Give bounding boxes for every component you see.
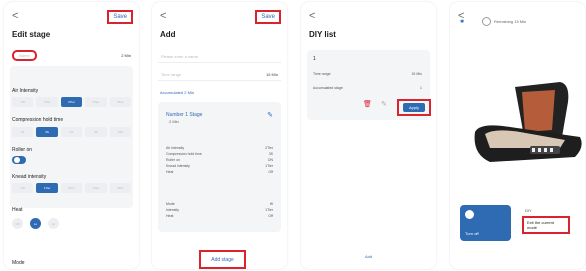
name-row: Name 2 Min: [12, 49, 131, 61]
roller-label: Roller on: [12, 147, 33, 153]
add-link[interactable]: Add: [301, 254, 436, 259]
air-level-1[interactable]: 1Tier: [36, 97, 58, 107]
name-field[interactable]: Name: [12, 49, 37, 61]
stage-row2-2: Heat Off: [166, 214, 273, 218]
exit-mode-button[interactable]: Exit the current mode: [522, 216, 570, 234]
stage-row-4: Heat Off: [166, 170, 273, 174]
duration-value[interactable]: 2 Min: [121, 53, 131, 58]
compression-selector[interactable]: 0s 3S 5S 8S 10S: [12, 127, 132, 137]
name-input[interactable]: Please enter a name: [158, 50, 281, 63]
compression-level-4[interactable]: 10S: [109, 127, 132, 137]
massager-image: [474, 82, 582, 162]
time-range-label: Time range: [161, 71, 182, 77]
air-intensity-label: Air Intensity: [12, 88, 39, 94]
stage-row2-1: Intensity 1Tier: [166, 208, 273, 212]
page-title: Add: [160, 30, 176, 39]
stage-title: Number 1 Stage: [166, 112, 203, 118]
remaining-label: Remaining 15 Min: [494, 19, 527, 24]
stage-row-1: Compression hold time 3S: [166, 152, 273, 156]
mode-label: Mode: [12, 260, 25, 266]
name-placeholder: Please enter a name: [161, 53, 198, 59]
knead-label: Knead intensity: [12, 174, 47, 180]
compression-label: Compression hold time: [12, 117, 64, 123]
knead-level-1[interactable]: 1Tier: [36, 183, 58, 193]
knead-level-4[interactable]: 4Tier: [109, 183, 132, 193]
diy-list-screen: < DIY list 1 Time range 15 Min Accumulate…: [301, 2, 436, 269]
page-title: DIY list: [309, 30, 336, 39]
heat-level-1[interactable]: Lo: [30, 218, 41, 229]
knead-selector[interactable]: Off 1Tier 2Tier 3Tier 4Tier: [12, 183, 132, 193]
compression-level-0[interactable]: 0s: [12, 127, 34, 137]
stage-row-3: Knead intensity 1Tier: [166, 164, 273, 168]
roller-toggle[interactable]: [12, 156, 26, 164]
add-screen: < Save Add Please enter a name Time rang…: [152, 2, 287, 269]
air-level-3[interactable]: 3Tier: [85, 97, 107, 107]
timer-icon: [482, 17, 491, 26]
heat-level-0[interactable]: Off: [12, 218, 23, 229]
compression-level-3[interactable]: 8S: [85, 127, 107, 137]
knead-level-2[interactable]: 2Tier: [60, 183, 83, 193]
edit-stage-screen: < Save Edit stage Name 2 Min Air Intensi…: [4, 2, 139, 269]
compression-level-1[interactable]: 3S: [36, 127, 58, 137]
accumulated-label: Accumulated 2 Min: [160, 90, 195, 95]
save-button[interactable]: Save: [107, 10, 133, 24]
diy-range-row: Time range 15 Min: [313, 72, 422, 76]
turn-off-label: Turn off: [465, 231, 479, 236]
air-intensity-selector[interactable]: Off 1Tier 2Tier 3Tier 4Tier: [12, 97, 132, 107]
device-screen: < ✱ Remaining 15 Min Turn off DIY Exit t…: [450, 2, 585, 269]
heat-level-2[interactable]: Hi: [48, 218, 59, 229]
air-level-0[interactable]: Off: [12, 97, 34, 107]
delete-icon[interactable]: 🗑: [363, 100, 372, 108]
diy-label: DIY: [525, 208, 532, 213]
stage-row-2: Roller on ON: [166, 158, 273, 162]
heat-label: Heat: [12, 207, 23, 213]
compression-level-2[interactable]: 5S: [60, 127, 83, 137]
stage-time: 2 Min: [169, 119, 179, 124]
remaining-time: Remaining 15 Min: [482, 17, 526, 26]
add-stage-button[interactable]: Add stage: [199, 250, 246, 269]
back-icon[interactable]: <: [160, 10, 166, 22]
time-range-row[interactable]: Time range 15 Min: [158, 68, 281, 81]
back-icon[interactable]: <: [309, 10, 315, 22]
time-range-value: 15 Min: [265, 71, 278, 77]
power-icon: [465, 210, 474, 219]
air-level-4[interactable]: 4Tier: [109, 97, 132, 107]
back-icon[interactable]: <: [12, 10, 18, 22]
edit-icon[interactable]: ✎: [381, 100, 387, 108]
diy-item-number: 1: [313, 56, 316, 62]
page-title: Edit stage: [12, 30, 51, 39]
stage-row-0: Air intensity 2Tier: [166, 146, 273, 150]
heat-selector[interactable]: Off Lo Hi: [12, 218, 59, 229]
edit-icon[interactable]: ✎: [267, 111, 273, 119]
apply-button[interactable]: Apply: [397, 99, 431, 116]
apply-label: Apply: [402, 103, 425, 112]
save-button[interactable]: Save: [255, 10, 281, 24]
diy-accum-row: Accumulated stage 1: [313, 86, 422, 90]
turn-off-button[interactable]: Turn off: [460, 205, 511, 241]
knead-level-0[interactable]: Off: [12, 183, 34, 193]
bluetooth-icon: ✱: [460, 19, 465, 25]
stage-row2-0: Mode W: [166, 202, 273, 206]
knead-level-3[interactable]: 3Tier: [85, 183, 107, 193]
air-level-2[interactable]: 2Tier: [60, 97, 83, 107]
